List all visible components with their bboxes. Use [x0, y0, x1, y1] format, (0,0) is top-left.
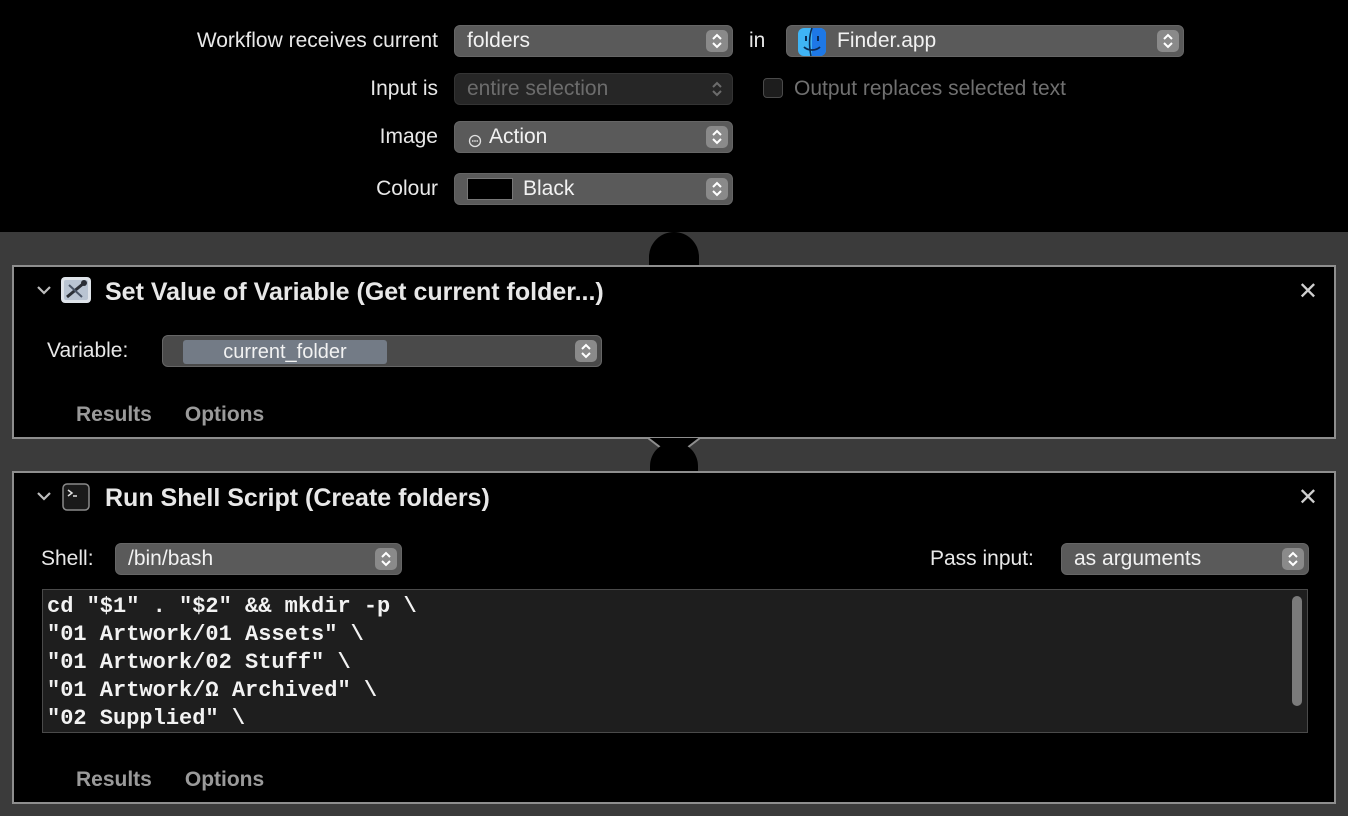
- stepper-icon: [575, 340, 597, 362]
- script-line: "02 Supplied" \: [47, 706, 246, 731]
- tab-options[interactable]: Options: [185, 768, 264, 792]
- pass-input-label: Pass input:: [930, 547, 1034, 570]
- variable-token[interactable]: current_folder: [183, 340, 387, 364]
- stepper-icon: [375, 548, 397, 570]
- shell-value: /bin/bash: [128, 547, 214, 570]
- shell-popup[interactable]: /bin/bash: [115, 543, 402, 575]
- colour-label: Colour: [376, 177, 438, 200]
- input-value: entire selection: [467, 77, 609, 100]
- colour-popup[interactable]: Black: [454, 173, 733, 205]
- connector-notch: [648, 437, 700, 476]
- script-line: cd "$1" . "$2" && mkdir -p \: [47, 594, 417, 619]
- script-scrollbar[interactable]: [1292, 596, 1302, 706]
- script-editor[interactable]: cd "$1" . "$2" && mkdir -p \ "01 Artwork…: [42, 589, 1308, 733]
- collapse-chevron-icon[interactable]: [36, 283, 52, 301]
- input-popup[interactable]: entire selection: [454, 73, 733, 105]
- action-tabs: Results Options: [76, 768, 264, 792]
- action-set-variable[interactable]: Set Value of Variable (Get current folde…: [12, 265, 1336, 439]
- output-replaces-label: Output replaces selected text: [794, 77, 1066, 100]
- pass-input-value: as arguments: [1074, 547, 1202, 570]
- shell-label: Shell:: [41, 547, 94, 570]
- pass-input-popup[interactable]: as arguments: [1061, 543, 1309, 575]
- action-title: Run Shell Script (Create folders): [105, 484, 490, 512]
- action-icon: [468, 130, 482, 154]
- action-tabs: Results Options: [76, 403, 264, 427]
- terminal-icon: [62, 483, 90, 516]
- app-popup[interactable]: Finder.app: [786, 25, 1184, 57]
- script-line: "01 Artwork/01 Assets" \: [47, 622, 364, 647]
- stepper-icon: [1282, 548, 1304, 570]
- collapse-chevron-icon[interactable]: [36, 489, 52, 507]
- stepper-icon: [1157, 30, 1179, 52]
- variable-action-icon: [60, 275, 92, 310]
- stepper-icon: [706, 178, 728, 200]
- variable-label: Variable:: [47, 339, 129, 362]
- tab-options[interactable]: Options: [185, 403, 264, 427]
- receives-popup[interactable]: folders: [454, 25, 733, 57]
- tab-results[interactable]: Results: [76, 403, 152, 427]
- receives-value: folders: [467, 29, 531, 52]
- output-replaces-checkbox[interactable]: [763, 78, 783, 98]
- input-label: Input is: [370, 77, 438, 100]
- finder-icon: [797, 27, 827, 63]
- image-popup[interactable]: Action: [454, 121, 733, 153]
- action-run-shell-script[interactable]: Run Shell Script (Create folders) ✕ Shel…: [12, 471, 1336, 804]
- close-icon[interactable]: ✕: [1298, 483, 1318, 512]
- receives-label: Workflow receives current: [196, 29, 438, 52]
- stepper-icon: [706, 78, 728, 100]
- script-line: "01 Artwork/02 Stuff" \: [47, 650, 351, 675]
- action-title: Set Value of Variable (Get current folde…: [105, 278, 604, 306]
- in-label: in: [749, 29, 766, 52]
- stepper-icon: [706, 30, 728, 52]
- close-icon[interactable]: ✕: [1298, 277, 1318, 306]
- colour-swatch: [467, 178, 513, 200]
- tab-results[interactable]: Results: [76, 768, 152, 792]
- stepper-icon: [706, 126, 728, 148]
- image-label: Image: [379, 125, 438, 148]
- script-line: "01 Artwork/Ω Archived" \: [47, 678, 378, 703]
- variable-popup[interactable]: current_folder: [162, 335, 602, 367]
